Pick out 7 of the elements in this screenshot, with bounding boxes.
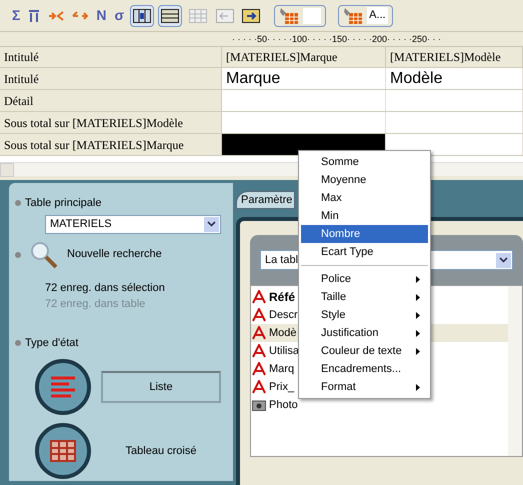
section-label: Type d'état (25, 336, 78, 350)
table-cell: Modèle (386, 68, 523, 89)
selection-count: 72 enreg. dans sélection (45, 280, 166, 296)
ruler: · · · · ·50· · · · ·100· · · · ·150· · · · ·200· · · · ·250· · · (0, 31, 523, 47)
table-count: 72 enreg. dans table (45, 297, 146, 312)
section-label: Table principale (25, 196, 102, 211)
table-cell: Marque (222, 68, 386, 89)
